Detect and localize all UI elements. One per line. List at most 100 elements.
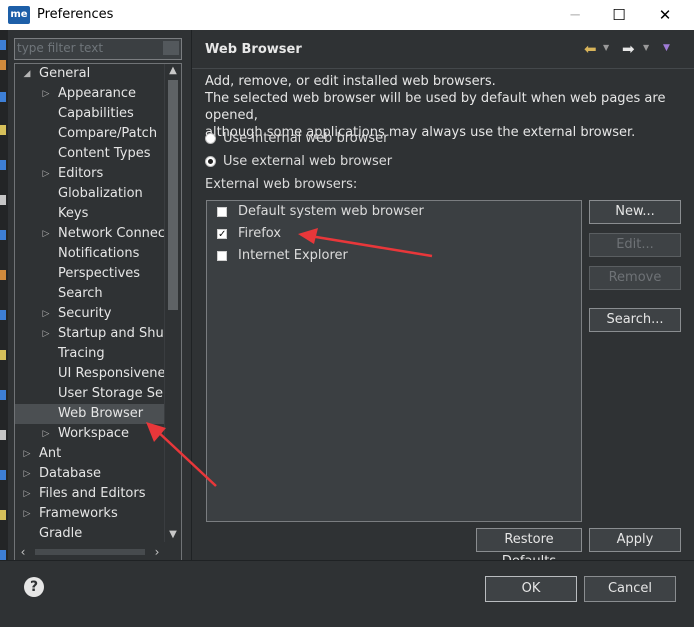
tree-item-label[interactable]: Perspectives [58, 264, 140, 284]
tree-item[interactable]: ▷ Frameworks [15, 504, 165, 524]
tree-vertical-scrollbar[interactable]: ▲ ▼ [164, 64, 181, 542]
tree-item-label[interactable]: Frameworks [39, 504, 118, 524]
back-dropdown-icon[interactable]: ▼ [603, 43, 609, 52]
scroll-left-icon[interactable]: ‹ [15, 544, 31, 560]
forward-dropdown-icon[interactable]: ▼ [643, 43, 649, 52]
tree-horizontal-scrollbar[interactable]: ‹ › [15, 544, 165, 560]
tree-item-label[interactable]: Gradle [39, 524, 82, 544]
tree-item[interactable]: Keys [15, 204, 165, 224]
tree-item[interactable]: Tracing [15, 344, 165, 364]
collapsed-arrow-icon[interactable]: ▷ [40, 424, 52, 444]
collapsed-arrow-icon[interactable]: ▷ [40, 224, 52, 244]
clear-filter-icon[interactable] [163, 41, 179, 55]
tree-item[interactable]: Gradle [15, 524, 165, 544]
tree-item-label[interactable]: Web Browser [58, 404, 143, 424]
collapsed-arrow-icon[interactable]: ▷ [21, 444, 33, 464]
radio-external-indicator[interactable] [205, 156, 216, 167]
edit-button[interactable]: Edit... [589, 233, 681, 257]
collapsed-arrow-icon[interactable]: ▷ [40, 84, 52, 104]
collapsed-arrow-icon[interactable]: ▷ [21, 504, 33, 524]
search-button[interactable]: Search... [589, 308, 681, 332]
tree-item[interactable]: ▷ Database [15, 464, 165, 484]
restore-defaults-button[interactable]: Restore Defaults [476, 528, 582, 569]
remove-button[interactable]: Remove [589, 266, 681, 290]
tree-item[interactable]: Globalization [15, 184, 165, 204]
tree-item[interactable]: ▷ Security [15, 304, 165, 324]
new-button[interactable]: New... [589, 200, 681, 224]
expanded-arrow-icon[interactable]: ◢ [21, 64, 33, 84]
hscroll-thumb[interactable] [35, 549, 145, 555]
maximize-button[interactable]: ☐ [596, 0, 642, 30]
tree-item-label[interactable]: Capabilities [58, 104, 134, 124]
filter-input[interactable] [17, 40, 157, 56]
tree-item[interactable]: UI Responsiveness [15, 364, 179, 384]
tree-item[interactable]: ▷ Ant [15, 444, 165, 464]
description-line: The selected web browser will be used by… [205, 91, 666, 123]
tree-item-label[interactable]: Startup and Shutd [58, 324, 177, 344]
tree-item[interactable]: Perspectives [15, 264, 165, 284]
tree-item[interactable]: Content Types [15, 144, 165, 164]
cancel-button[interactable]: Cancel [584, 576, 676, 602]
tree-item[interactable]: ◢ General [15, 64, 165, 84]
description-line: Add, remove, or edit installed web brows… [205, 74, 496, 89]
tree-item[interactable]: ▷ Files and Editors [15, 484, 165, 504]
browser-label[interactable]: Internet Explorer [238, 246, 348, 266]
tree-item-label[interactable]: Appearance [58, 84, 136, 104]
ok-button[interactable]: OK [485, 576, 577, 602]
tree-item[interactable]: ▷ Editors [15, 164, 165, 184]
tree-item[interactable]: Capabilities [15, 104, 165, 124]
tree-item-label[interactable]: UI Responsiveness [58, 364, 179, 384]
tree-item[interactable]: ▷ Workspace [15, 424, 165, 444]
close-button[interactable]: ✕ [642, 0, 688, 30]
browser-label[interactable]: Firefox [238, 224, 281, 244]
radio-internal-indicator[interactable] [205, 133, 216, 144]
browser-checkbox[interactable] [217, 207, 227, 217]
view-menu-icon[interactable]: ▼ [663, 43, 670, 53]
radio-internal-label[interactable]: Use internal web browser [223, 130, 388, 148]
tree-item-label[interactable]: Editors [58, 164, 103, 184]
tree-item-label[interactable]: Search [58, 284, 103, 304]
tree-item-label[interactable]: Network Connecti [58, 224, 174, 244]
tree-item[interactable]: Web Browser [15, 404, 165, 424]
tree-item-label[interactable]: Workspace [58, 424, 129, 444]
minimize-button[interactable]: ─ [552, 0, 598, 30]
tree-item-label[interactable]: Database [39, 464, 101, 484]
tree-item-label[interactable]: Tracing [58, 344, 105, 364]
collapsed-arrow-icon[interactable]: ▷ [40, 164, 52, 184]
pane-divider[interactable] [191, 30, 192, 560]
tree-item-label[interactable]: Files and Editors [39, 484, 146, 504]
back-arrow-icon[interactable]: ⬅ [584, 40, 597, 58]
tree-item-label[interactable]: Content Types [58, 144, 150, 164]
scroll-right-icon[interactable]: › [149, 544, 165, 560]
tree-item[interactable]: User Storage Serv [15, 384, 176, 404]
browser-checkbox[interactable]: ✓ [217, 229, 227, 240]
tree-item-label[interactable]: Ant [39, 444, 61, 464]
scroll-up-icon[interactable]: ▲ [165, 64, 181, 78]
scroll-down-icon[interactable]: ▼ [165, 528, 181, 542]
tree-item-label[interactable]: Notifications [58, 244, 139, 264]
tree-item[interactable]: ▷ Appearance [15, 84, 165, 104]
collapsed-arrow-icon[interactable]: ▷ [21, 484, 33, 504]
collapsed-arrow-icon[interactable]: ▷ [40, 324, 52, 344]
tree-item[interactable]: ▷ Network Connecti [15, 224, 174, 244]
tree-item-label[interactable]: User Storage Serv [58, 384, 176, 404]
help-icon[interactable]: ? [24, 577, 44, 597]
tree-item-label[interactable]: General [39, 64, 90, 84]
browser-label[interactable]: Default system web browser [238, 202, 424, 222]
forward-arrow-icon[interactable]: ➡ [622, 40, 635, 58]
scroll-thumb[interactable] [168, 80, 178, 310]
tree-item[interactable]: Search [15, 284, 165, 304]
page-header: Web Browser ⬅ ▼ ➡ ▼ ▼ [192, 30, 694, 69]
tree-item-label[interactable]: Globalization [58, 184, 143, 204]
radio-external-label[interactable]: Use external web browser [223, 153, 392, 171]
tree-item-label[interactable]: Security [58, 304, 111, 324]
tree-item-label[interactable]: Compare/Patch [58, 124, 157, 144]
collapsed-arrow-icon[interactable]: ▷ [21, 464, 33, 484]
tree-item[interactable]: Notifications [15, 244, 165, 264]
collapsed-arrow-icon[interactable]: ▷ [40, 304, 52, 324]
browser-checkbox[interactable] [217, 251, 227, 261]
tree-item-label[interactable]: Keys [58, 204, 88, 224]
tree-item[interactable]: Compare/Patch [15, 124, 165, 144]
tree-item[interactable]: ▷ Startup and Shutd [15, 324, 178, 344]
apply-button[interactable]: Apply [589, 528, 681, 552]
